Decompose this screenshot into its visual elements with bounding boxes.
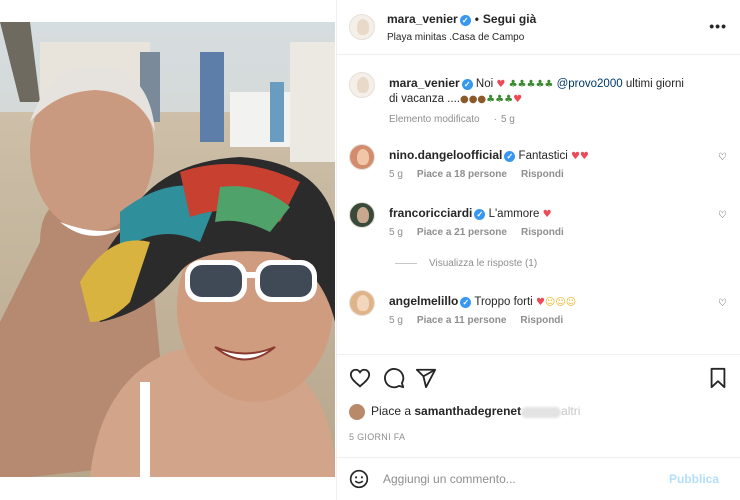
like-comment-icon[interactable]: ♡ bbox=[718, 152, 727, 163]
verified-badge-icon: ✓ bbox=[474, 209, 486, 220]
caption-mention[interactable]: @provo2000 bbox=[557, 78, 623, 90]
caption-username[interactable]: mara_venier bbox=[389, 76, 460, 90]
heart-emoji: ♥ bbox=[496, 79, 506, 90]
heart-emoji: ♥♥ bbox=[570, 151, 589, 162]
author-username[interactable]: mara_venier bbox=[387, 12, 458, 26]
selfie-image bbox=[0, 22, 335, 477]
heart-emoji: ♥ bbox=[513, 94, 523, 105]
verified-badge-icon: ✓ bbox=[459, 15, 471, 26]
comment-meta: 5 g Piace a 21 persone Rispondi bbox=[389, 227, 564, 238]
comment-likes[interactable]: Piace a 18 persone bbox=[417, 169, 507, 180]
like-comment-icon[interactable]: ♡ bbox=[718, 298, 727, 309]
palm-tree-emoji: ♣♣♣♣♣ bbox=[508, 79, 554, 90]
comment-composer: Pubblica bbox=[337, 457, 740, 500]
caption-text-start: Noi bbox=[475, 78, 494, 90]
caption-avatar[interactable] bbox=[349, 72, 375, 98]
save-bookmark-icon[interactable] bbox=[707, 367, 729, 389]
commenter-avatar[interactable] bbox=[349, 144, 375, 170]
author-avatar[interactable] bbox=[349, 14, 375, 40]
reply-button[interactable]: Rispondi bbox=[521, 227, 564, 238]
post-photo[interactable] bbox=[0, 22, 335, 477]
comment-age[interactable]: 5 g bbox=[389, 169, 403, 180]
commenter-avatar[interactable] bbox=[349, 290, 375, 316]
view-replies-label[interactable]: Visualizza le risposte (1) bbox=[429, 258, 537, 269]
post-modal: mara_venier ✓ • Segui già Playa minitas .Ca… bbox=[0, 0, 740, 500]
post-location[interactable]: Playa minitas .Casa de Campo bbox=[387, 32, 524, 43]
separator-dot: • bbox=[474, 12, 479, 26]
share-plane-icon[interactable] bbox=[415, 367, 437, 389]
comment-meta: 5 g Piace a 18 persone Rispondi bbox=[389, 169, 564, 180]
follow-button[interactable]: Segui già bbox=[483, 12, 536, 26]
publish-button[interactable]: Pubblica bbox=[669, 472, 719, 486]
edited-label: Elemento modificato bbox=[389, 114, 480, 125]
comment-content: Troppo forti bbox=[474, 296, 533, 308]
verified-badge-icon: ✓ bbox=[461, 79, 473, 90]
palm-tree-emoji: ♣♣♣ bbox=[486, 94, 514, 105]
comment-input[interactable] bbox=[383, 471, 663, 487]
comment-likes[interactable]: Piace a 11 persone bbox=[417, 315, 507, 326]
commenter-username[interactable]: francoricciardi bbox=[389, 206, 472, 220]
caption-text: mara_venier ✓ Noi ♥ ♣♣♣♣♣ @provo2000 ulti… bbox=[389, 76, 709, 107]
commenter-username[interactable]: angelmelillo bbox=[389, 294, 458, 308]
liker-avatar[interactable] bbox=[349, 404, 365, 420]
caption-meta: Elemento modificato · 5 g bbox=[389, 114, 529, 125]
caption-text-middle: ultimi giorni bbox=[625, 78, 684, 90]
replies-divider bbox=[395, 262, 417, 264]
verified-badge-icon: ✓ bbox=[504, 151, 516, 162]
comment-bubble-icon[interactable] bbox=[383, 367, 405, 389]
verified-badge-icon: ✓ bbox=[460, 297, 472, 308]
more-options-icon[interactable]: ••• bbox=[709, 18, 727, 34]
reply-button[interactable]: Rispondi bbox=[520, 315, 563, 326]
heart-emoji: ♥ bbox=[535, 297, 545, 308]
caption-age[interactable]: 5 g bbox=[501, 114, 515, 125]
photo-panel bbox=[0, 0, 335, 500]
reply-button[interactable]: Rispondi bbox=[521, 169, 564, 180]
comment-likes[interactable]: Piace a 21 persone bbox=[417, 227, 507, 238]
commenter-username[interactable]: nino.dangeloofficial bbox=[389, 148, 502, 162]
caption-text-line2: di vacanza .... bbox=[389, 93, 460, 105]
likes-prefix: Piace a bbox=[371, 404, 412, 419]
comment-age[interactable]: 5 g bbox=[389, 315, 403, 326]
blurred-count bbox=[521, 406, 562, 418]
comment-text: angelmelillo ✓ Troppo forti ♥☺☺☺ bbox=[389, 294, 709, 310]
comment-text: nino.dangeloofficial ✓ Fantastici ♥♥ bbox=[389, 148, 709, 164]
author-line: mara_venier ✓ • Segui già bbox=[387, 12, 536, 26]
post-date[interactable]: 5 GIORNI FA bbox=[349, 432, 405, 442]
separator-dot: · bbox=[493, 114, 497, 125]
likes-summary: Piace a samanthadegrenet altri bbox=[349, 404, 580, 420]
emoji-picker-icon[interactable] bbox=[349, 469, 369, 489]
comment-age[interactable]: 5 g bbox=[389, 227, 403, 238]
like-heart-icon[interactable] bbox=[349, 367, 371, 389]
likes-suffix[interactable]: altri bbox=[561, 404, 580, 418]
comment-text: francoricciardi ✓ L'ammore ♥ bbox=[389, 206, 709, 222]
comment-content: Fantastici bbox=[518, 150, 568, 162]
post-details-panel: mara_venier ✓ • Segui già Playa minitas .Ca… bbox=[336, 0, 740, 500]
comment-meta: 5 g Piace a 11 persone Rispondi bbox=[389, 315, 563, 326]
post-actions: Piace a samanthadegrenet altri 5 GIORNI F… bbox=[337, 354, 740, 449]
view-replies-button[interactable]: Visualizza le risposte (1) bbox=[395, 258, 537, 269]
post-header: mara_venier ✓ • Segui già Playa minitas .Ca… bbox=[337, 0, 740, 55]
comment-content: L'ammore bbox=[488, 208, 540, 220]
like-comment-icon[interactable]: ♡ bbox=[718, 210, 727, 221]
comments-list[interactable]: mara_venier ✓ Noi ♥ ♣♣♣♣♣ @provo2000 ulti… bbox=[337, 56, 740, 356]
laughing-emoji: ☺☺☺ bbox=[544, 297, 577, 308]
heart-emoji: ♥ bbox=[542, 209, 552, 220]
coconut-emoji: ●●● bbox=[459, 94, 487, 105]
liker-username[interactable]: samanthadegrenet bbox=[414, 404, 521, 418]
commenter-avatar[interactable] bbox=[349, 202, 375, 228]
